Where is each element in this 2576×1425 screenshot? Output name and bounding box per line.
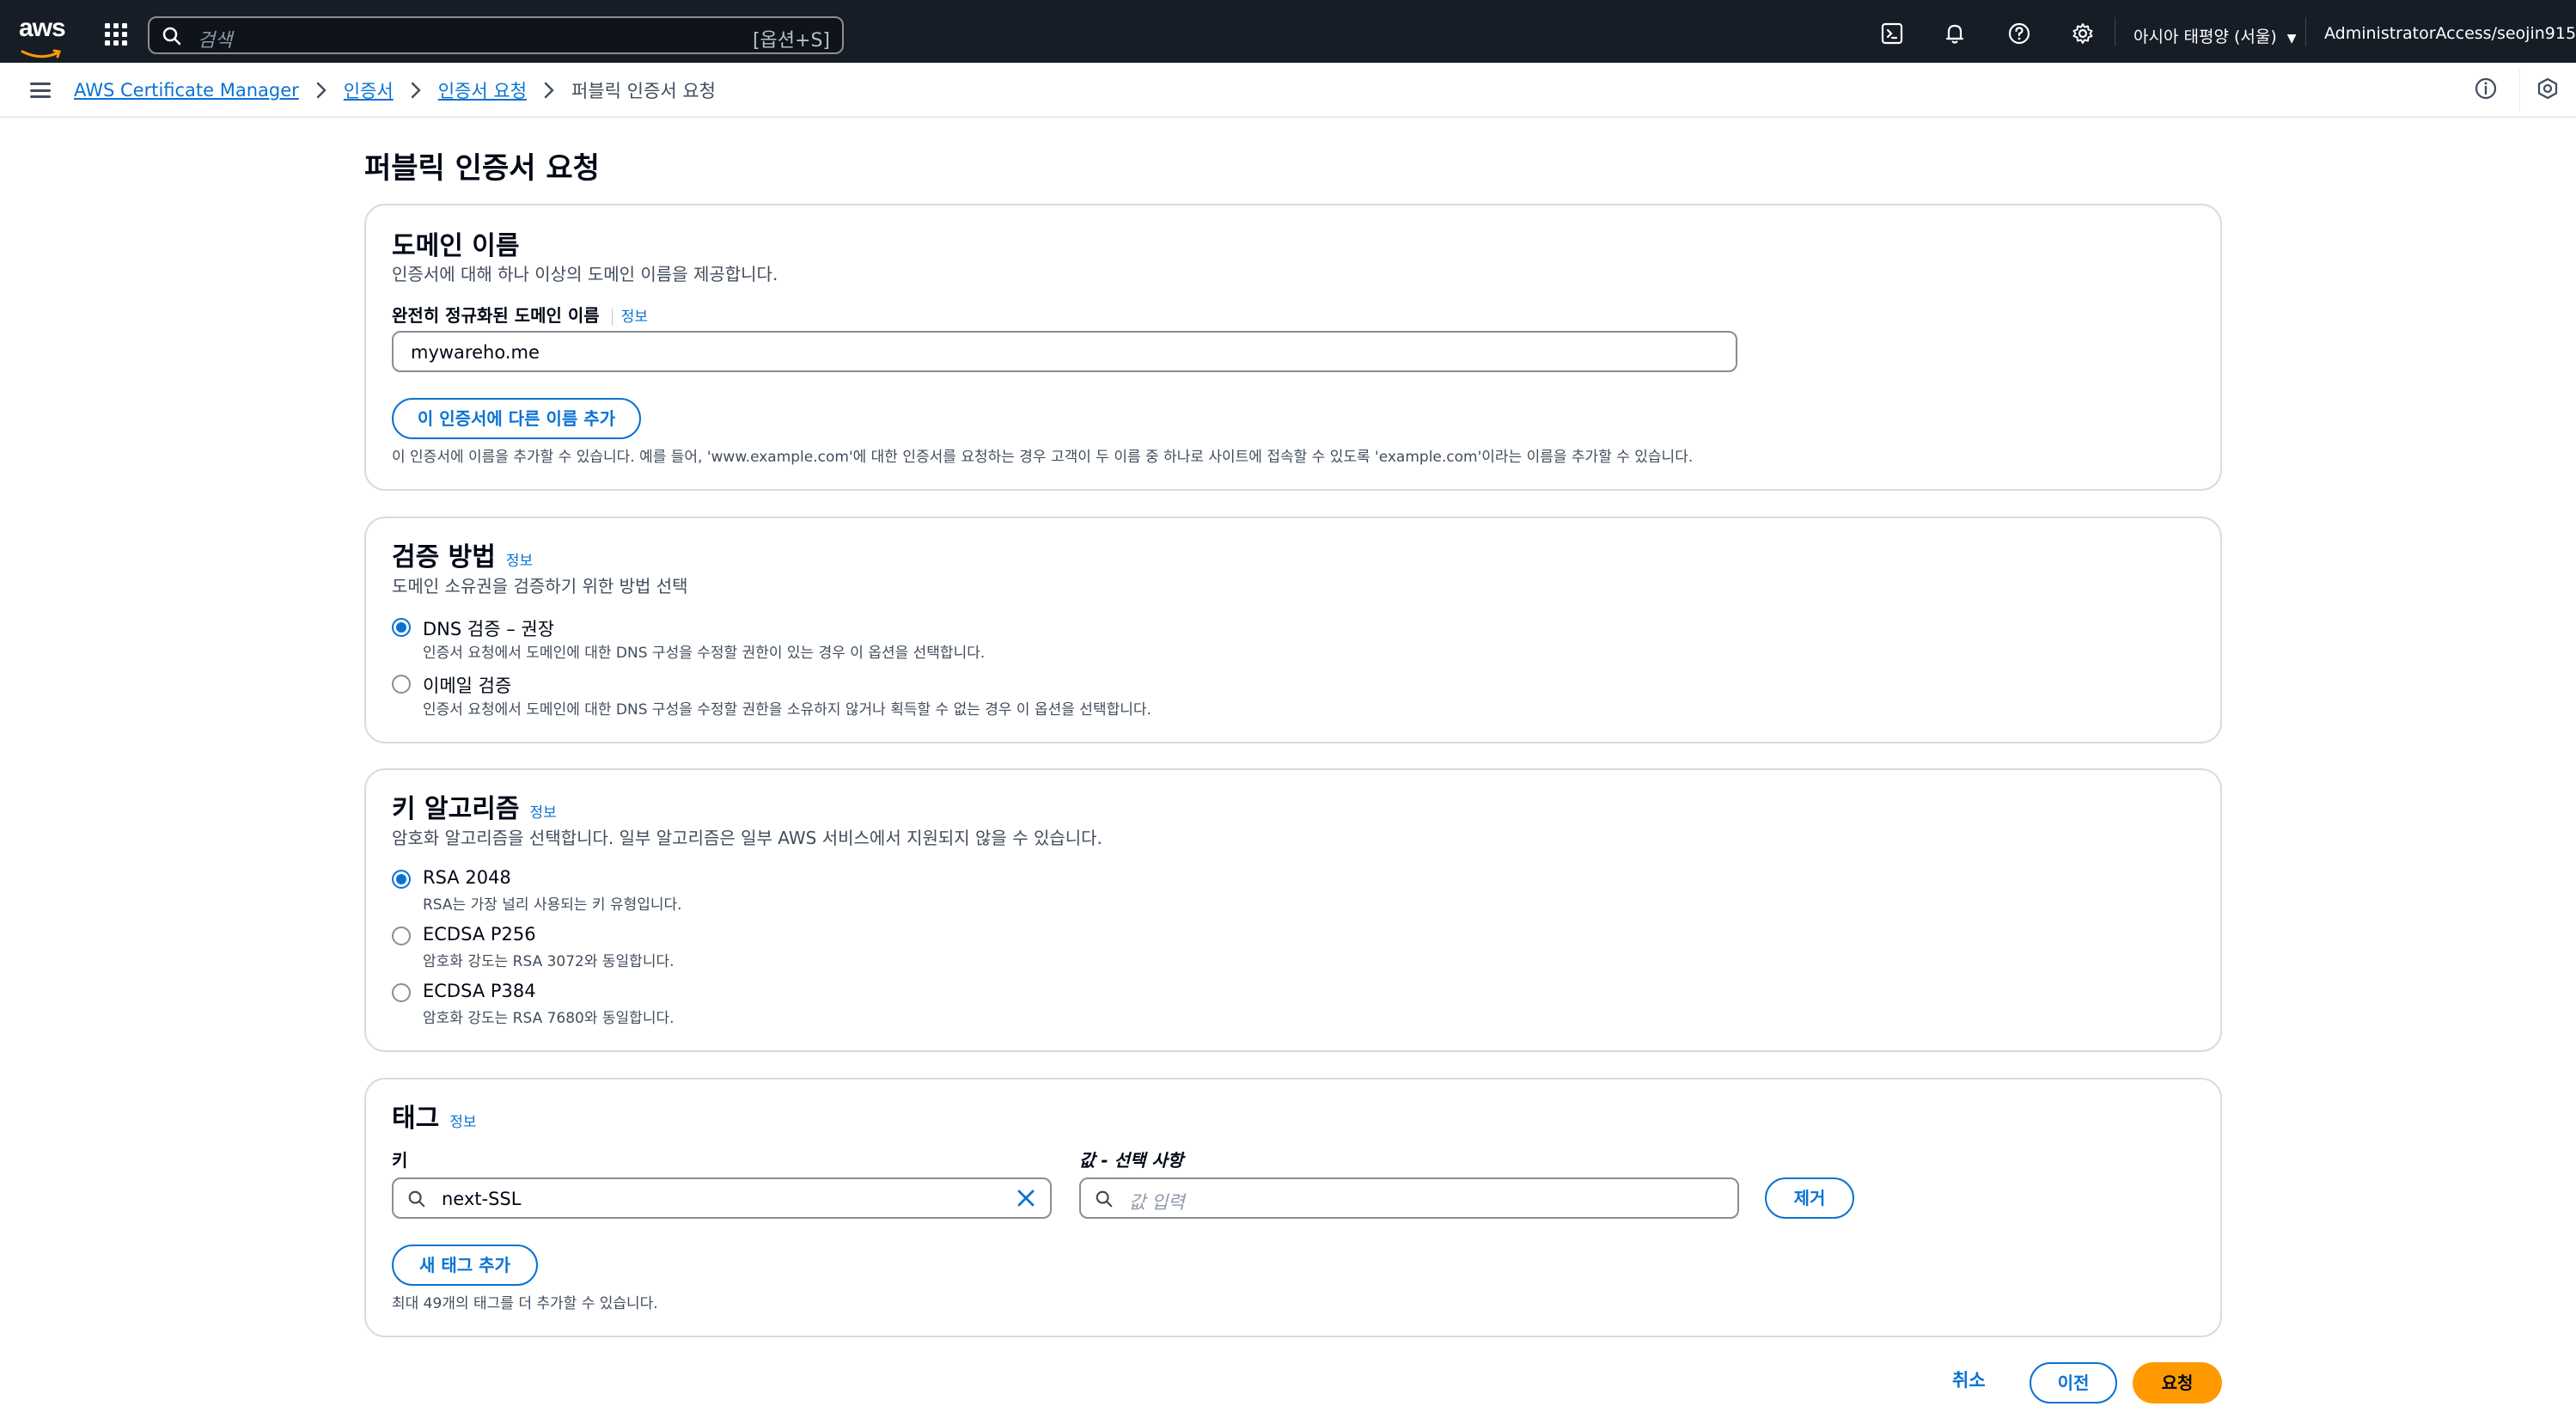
aws-logo-text: aws [19,14,66,42]
validation-section-title: 검증 방법 정보 [392,535,533,573]
bell-icon[interactable] [1942,21,1968,46]
global-search-input[interactable]: 검색 [옵션+S] [148,16,844,54]
services-grid-icon[interactable] [105,23,127,46]
cloudshell-icon[interactable] [1879,21,1905,46]
breadcrumb-link-acm[interactable]: AWS Certificate Manager [74,80,299,101]
account-menu[interactable]: AdministratorAccess/seojin915 [2324,24,2576,43]
chevron-right-icon [411,82,421,99]
domain-section-title: 도메인 이름 [392,231,520,261]
breadcrumb-current: 퍼블릭 인증서 요청 [571,81,716,101]
search-icon [1096,1190,1113,1208]
aws-smile-icon [21,49,61,58]
validation-method-panel: 검증 방법 정보 도메인 소유권을 검증하기 위한 방법 선택 DNS 검증 – … [364,517,2222,743]
domain-section-description: 인증서에 대해 하나 이상의 도메인 이름을 제공합니다. [392,264,778,284]
add-another-name-button[interactable]: 이 인증서에 다른 이름 추가 [392,398,641,439]
request-button[interactable]: 요청 [2133,1362,2222,1404]
ecdsa-p256-label: ECDSA P256 [423,924,536,945]
domain-name-panel: 도메인 이름 인증서에 대해 하나 이상의 도메인 이름을 제공합니다. 완전히… [364,204,2222,491]
ecdsa-p256-description: 암호화 강도는 RSA 3072와 동일합니다. [423,953,675,970]
add-new-tag-button[interactable]: 새 태그 추가 [392,1245,538,1286]
tag-key-value: next-SSL [442,1189,522,1209]
tag-value-placeholder: 값 입력 [1129,1192,1185,1213]
dns-validation-description: 인증서 요청에서 도메인에 대한 DNS 구성을 수정할 권한이 있는 경우 이… [423,645,986,662]
add-name-hint: 이 인증서에 이름을 추가할 수 있습니다. 예를 들어, 'www.examp… [392,449,1694,466]
validation-info-link[interactable]: 정보 [506,553,533,570]
rsa-2048-description: RSA는 가장 널리 사용되는 키 유형입니다. [423,896,682,914]
breadcrumb: AWS Certificate Manager 인증서 인증서 요청 퍼블릭 인… [74,77,716,103]
caret-down-icon: ▼ [2286,32,2297,46]
aws-logo[interactable]: aws [19,14,66,58]
gear-icon[interactable] [2070,21,2096,46]
search-shortcut: [옵션+S] [752,30,830,52]
search-icon [408,1190,425,1208]
key-algorithm-panel: 키 알고리즘 정보 암호화 알고리즘을 선택합니다. 일부 알고리즘은 일부 AW… [364,768,2222,1052]
preferences-icon[interactable] [2536,76,2560,101]
tags-panel: 태그 정보 키 값 - 선택 사항 next-SSL 값 입력 제거 새 태그 추… [364,1078,2222,1337]
tag-value-label: 값 - 선택 사항 [1079,1150,1184,1171]
tags-section-title: 태그 정보 [392,1097,476,1134]
email-validation-label: 이메일 검증 [423,676,512,696]
menu-icon[interactable] [30,83,51,98]
key-section-description: 암호화 알고리즘을 선택합니다. 일부 알고리즘은 일부 AWS 서비스에서 지… [392,828,1102,848]
rsa-2048-label: RSA 2048 [423,867,511,888]
tag-value-input[interactable]: 값 입력 [1079,1177,1739,1219]
radio-button[interactable] [392,983,411,1002]
remove-tag-button[interactable]: 제거 [1765,1177,1854,1219]
previous-button[interactable]: 이전 [2030,1362,2117,1404]
chevron-right-icon [316,82,327,99]
breadcrumb-bar: AWS Certificate Manager 인증서 인증서 요청 퍼블릭 인… [0,63,2576,118]
domain-name-input[interactable]: mywareho.me [392,331,1737,372]
search-icon [162,27,181,46]
cancel-button[interactable]: 취소 [1952,1367,1986,1392]
breadcrumb-link-request[interactable]: 인증서 요청 [438,77,527,103]
breadcrumb-link-certificates[interactable]: 인증서 [344,77,394,103]
help-icon[interactable] [2006,21,2032,46]
tag-key-label: 키 [392,1150,408,1171]
search-placeholder: 검색 [198,30,233,52]
ecdsa-p384-label: ECDSA P384 [423,981,536,1001]
fqdn-label-text: 완전히 정규화된 도메인 이름 [392,305,600,326]
chevron-right-icon [544,82,554,99]
validation-section-description: 도메인 소유권을 검증하기 위한 방법 선택 [392,576,688,596]
key-section-title: 키 알고리즘 정보 [392,787,557,825]
key-info-link[interactable]: 정보 [529,804,556,822]
info-panel-icon[interactable] [2474,76,2498,101]
tags-info-link[interactable]: 정보 [449,1114,476,1131]
fqdn-info-link[interactable]: 정보 [621,309,648,326]
clear-icon[interactable] [1016,1188,1036,1208]
tags-title-text: 태그 [392,1104,440,1134]
domain-name-value: mywareho.me [411,342,540,363]
email-validation-description: 인증서 요청에서 도메인에 대한 DNS 구성을 수정할 권한을 소유하지 않거… [423,701,1151,719]
key-title-text: 키 알고리즘 [392,794,520,824]
region-label: 아시아 태평양 (서울) [2133,28,2277,46]
top-navigation: aws 검색 [옵션+S] 아시아 태평양 (서울) ▼ Administrat… [0,0,2576,63]
ecdsa-p384-description: 암호화 강도는 RSA 7680와 동일합니다. [423,1010,675,1027]
tags-hint: 최대 49개의 태그를 더 추가할 수 있습니다. [392,1295,658,1312]
fqdn-label: 완전히 정규화된 도메인 이름 정보 [392,302,648,327]
tag-key-input[interactable]: next-SSL [392,1177,1052,1219]
region-selector[interactable]: 아시아 태평양 (서울) ▼ [2133,24,2297,47]
radio-button[interactable] [392,675,411,694]
radio-button[interactable] [392,927,411,945]
dns-validation-label: DNS 검증 – 권장 [423,619,555,639]
account-label: AdministratorAccess/seojin915 [2324,24,2576,43]
validation-title-text: 검증 방법 [392,542,496,572]
page-title: 퍼블릭 인증서 요청 [364,151,600,186]
nav-divider [2305,17,2306,46]
radio-button-selected[interactable] [392,870,411,889]
subbar-divider [2519,69,2520,112]
radio-button-selected[interactable] [392,618,411,637]
